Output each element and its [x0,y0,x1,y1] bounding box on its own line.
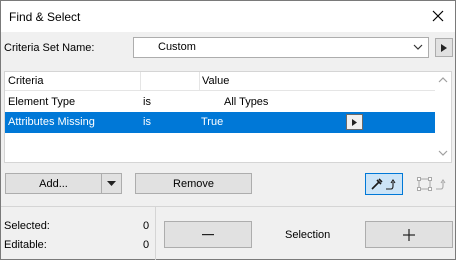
column-divider[interactable] [199,72,200,91]
window-title: Find & Select [9,10,81,24]
selected-count: 0 [143,220,150,232]
marquee-select-toggle[interactable] [413,173,453,195]
close-icon [432,10,444,22]
scroll-up-icon[interactable] [438,77,448,83]
add-button-label: Add... [39,177,68,190]
value-options-button[interactable] [346,114,363,130]
operator-cell: is [143,96,151,108]
add-button[interactable]: Add... [5,173,102,194]
add-dropdown-button[interactable] [101,173,122,194]
remove-from-selection-button[interactable] [164,221,252,248]
find-select-dialog: Find & Select Criteria Set Name: Custom … [0,0,456,260]
editable-count: 0 [143,239,150,251]
column-header-criteria[interactable]: Criteria [8,75,43,87]
selection-label: Selection [285,229,331,241]
add-to-selection-button[interactable] [365,221,453,248]
scroll-down-icon[interactable] [438,150,448,156]
pick-from-model-toggle[interactable] [365,173,403,195]
editable-label: Editable: [4,239,47,251]
column-divider[interactable] [140,72,141,91]
minus-icon [202,233,214,235]
vertical-separator [155,207,156,260]
operator-cell: is [143,116,151,128]
horizontal-separator [1,206,455,207]
column-header-value[interactable]: Value [202,75,229,87]
triangle-down-icon [107,181,116,186]
criteria-table: Criteria Value Element Type is All Types… [4,71,452,163]
play-icon [441,43,447,52]
criteria-set-label: Criteria Set Name: [4,42,95,54]
play-icon [352,118,357,126]
plus-icon [403,228,415,241]
table-header: Criteria Value [5,72,437,91]
table-row[interactable]: Element Type is All Types [5,92,437,113]
chevron-down-icon [413,44,423,50]
eyedropper-arrow-icon [371,178,396,190]
criteria-cell: Element Type [8,96,76,108]
close-button[interactable] [427,6,449,26]
remove-button[interactable]: Remove [135,173,252,194]
remove-button-label: Remove [173,177,214,190]
criteria-set-menu-button[interactable] [435,38,453,57]
criteria-set-dropdown[interactable]: Custom [133,37,429,58]
marquee-arrow-icon [417,177,446,191]
table-row-selected[interactable]: Attributes Missing is True [5,112,437,133]
table-scrollbar[interactable] [435,72,451,162]
value-cell: All Types [224,96,269,108]
title-bar: Find & Select [1,1,455,32]
criteria-set-value: Custom [158,41,196,53]
selected-label: Selected: [4,220,50,232]
criteria-cell: Attributes Missing [8,116,95,128]
value-cell: True [201,116,224,128]
